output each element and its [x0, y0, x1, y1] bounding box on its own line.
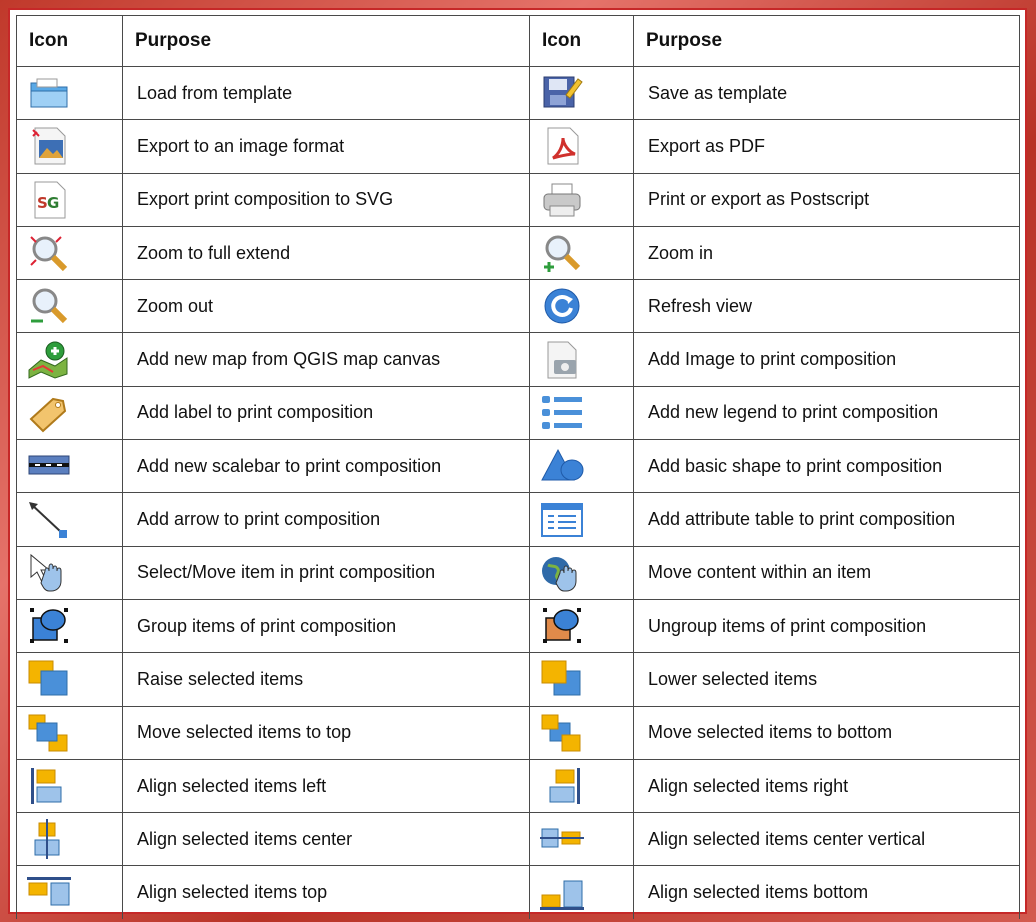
export-image-icon — [32, 127, 66, 165]
purpose-cell: Add arrow to print composition — [122, 492, 530, 547]
align-center-icon — [34, 819, 60, 860]
purpose-cell: Save as template — [633, 65, 1020, 121]
move-bottom-icon — [541, 714, 581, 752]
purpose-cell: Load from template — [122, 65, 530, 121]
purpose-cell: Add basic shape to print composition — [633, 439, 1020, 494]
purpose-cell: Move content within an item — [633, 545, 1020, 600]
purpose-cell: Zoom in — [633, 225, 1020, 281]
table-row: Add label to print composition Add new l… — [16, 385, 1020, 441]
purpose-cell: Export as PDF — [633, 119, 1020, 174]
table-row: Raise selected items Lower selected item… — [16, 652, 1020, 707]
table-row: Export to an image format Export as PDF — [16, 119, 1020, 174]
purpose-cell: Align selected items top — [122, 865, 530, 919]
document-frame: Icon Purpose Icon Purpose Load from temp… — [8, 8, 1027, 919]
purpose-cell: Refresh view — [633, 279, 1020, 334]
add-map-icon — [28, 341, 68, 379]
pdf-icon — [547, 127, 579, 165]
purpose-cell: Export to an image format — [122, 119, 530, 174]
group-icon — [30, 608, 68, 644]
align-bottom-icon — [540, 880, 584, 910]
move-content-icon — [542, 556, 577, 592]
table-row: Align selected items left Align selected… — [16, 758, 1020, 814]
purpose-cell: Zoom to full extend — [122, 225, 530, 281]
zoom-out-icon — [31, 288, 68, 324]
purpose-cell: Align selected items center — [122, 812, 530, 867]
purpose-cell: Select/Move item in print composition — [122, 545, 530, 600]
purpose-cell: Add Image to print composition — [633, 332, 1020, 387]
header-purpose-right: Purpose — [633, 15, 1020, 67]
svg-icon: SG — [34, 181, 66, 219]
purpose-cell: Lower selected items — [633, 652, 1020, 707]
purpose-cell: Ungroup items of print composition — [633, 598, 1020, 654]
table-row: Zoom out Refresh view — [16, 279, 1020, 334]
purpose-cell: Add new scalebar to print composition — [122, 439, 530, 494]
purpose-cell: Print or export as Postscript — [633, 172, 1020, 227]
table-row: Load from template Save as template — [16, 65, 1020, 121]
label-tag-icon — [29, 397, 67, 433]
align-center-vertical-icon — [540, 828, 584, 848]
scalebar-icon — [28, 455, 70, 475]
zoom-full-icon — [30, 236, 68, 272]
table-row: Add arrow to print composition Add attri… — [16, 492, 1020, 547]
arrow-icon — [29, 501, 67, 538]
raise-icon — [28, 660, 68, 696]
svg-text:G: G — [47, 194, 59, 212]
purpose-cell: Move selected items to top — [122, 705, 530, 760]
purpose-cell: Add attribute table to print composition — [633, 492, 1020, 547]
icon-table: Icon Purpose Icon Purpose Load from temp… — [16, 15, 1020, 919]
table-row: Group items of print composition Ungroup… — [16, 598, 1020, 654]
purpose-cell: Zoom out — [122, 279, 530, 334]
purpose-cell: Add new legend to print composition — [633, 385, 1020, 441]
header-row: Icon Purpose Icon Purpose — [16, 15, 1020, 67]
purpose-cell: Align selected items bottom — [633, 865, 1020, 919]
purpose-cell: Export print composition to SVG — [122, 172, 530, 227]
move-top-icon — [28, 714, 68, 752]
purpose-cell: Align selected items center vertical — [633, 812, 1020, 867]
purpose-cell: Group items of print composition — [122, 598, 530, 654]
header-icon-right: Icon — [529, 15, 634, 67]
table-row: Align selected items center Align select… — [16, 812, 1020, 867]
basic-shape-icon — [541, 449, 584, 481]
table-row: Add new scalebar to print composition Ad… — [16, 439, 1020, 494]
purpose-cell: Align selected items right — [633, 758, 1020, 814]
table-row: SG Export print composition to SVG Print… — [16, 172, 1020, 227]
purpose-cell: Add label to print composition — [122, 385, 530, 441]
purpose-cell: Align selected items left — [122, 758, 530, 814]
select-move-icon — [30, 553, 62, 592]
table-row: Zoom to full extend Zoom in — [16, 225, 1020, 281]
header-purpose-left: Purpose — [122, 15, 530, 67]
table-row: Move selected items to top Move selected… — [16, 705, 1020, 760]
table-row: Select/Move item in print composition Mo… — [16, 545, 1020, 600]
align-right-icon — [549, 768, 580, 804]
refresh-icon — [544, 288, 580, 324]
table-row: Align selected items top Align selected … — [16, 865, 1020, 919]
printer-icon — [543, 183, 581, 217]
purpose-cell: Raise selected items — [122, 652, 530, 707]
folder-open-icon — [30, 78, 68, 108]
save-template-icon — [543, 76, 583, 108]
align-left-icon — [31, 768, 62, 804]
header-icon-left: Icon — [16, 15, 123, 67]
ungroup-icon — [543, 608, 581, 644]
zoom-in-icon — [544, 235, 581, 273]
table-row: Add new map from QGIS map canvas Add Ima… — [16, 332, 1020, 387]
lower-icon — [541, 660, 581, 696]
purpose-cell: Move selected items to bottom — [633, 705, 1020, 760]
purpose-cell: Add new map from QGIS map canvas — [122, 332, 530, 387]
legend-icon — [542, 395, 582, 429]
align-top-icon — [27, 876, 71, 906]
add-image-icon — [547, 341, 577, 379]
attribute-table-icon — [541, 502, 583, 537]
